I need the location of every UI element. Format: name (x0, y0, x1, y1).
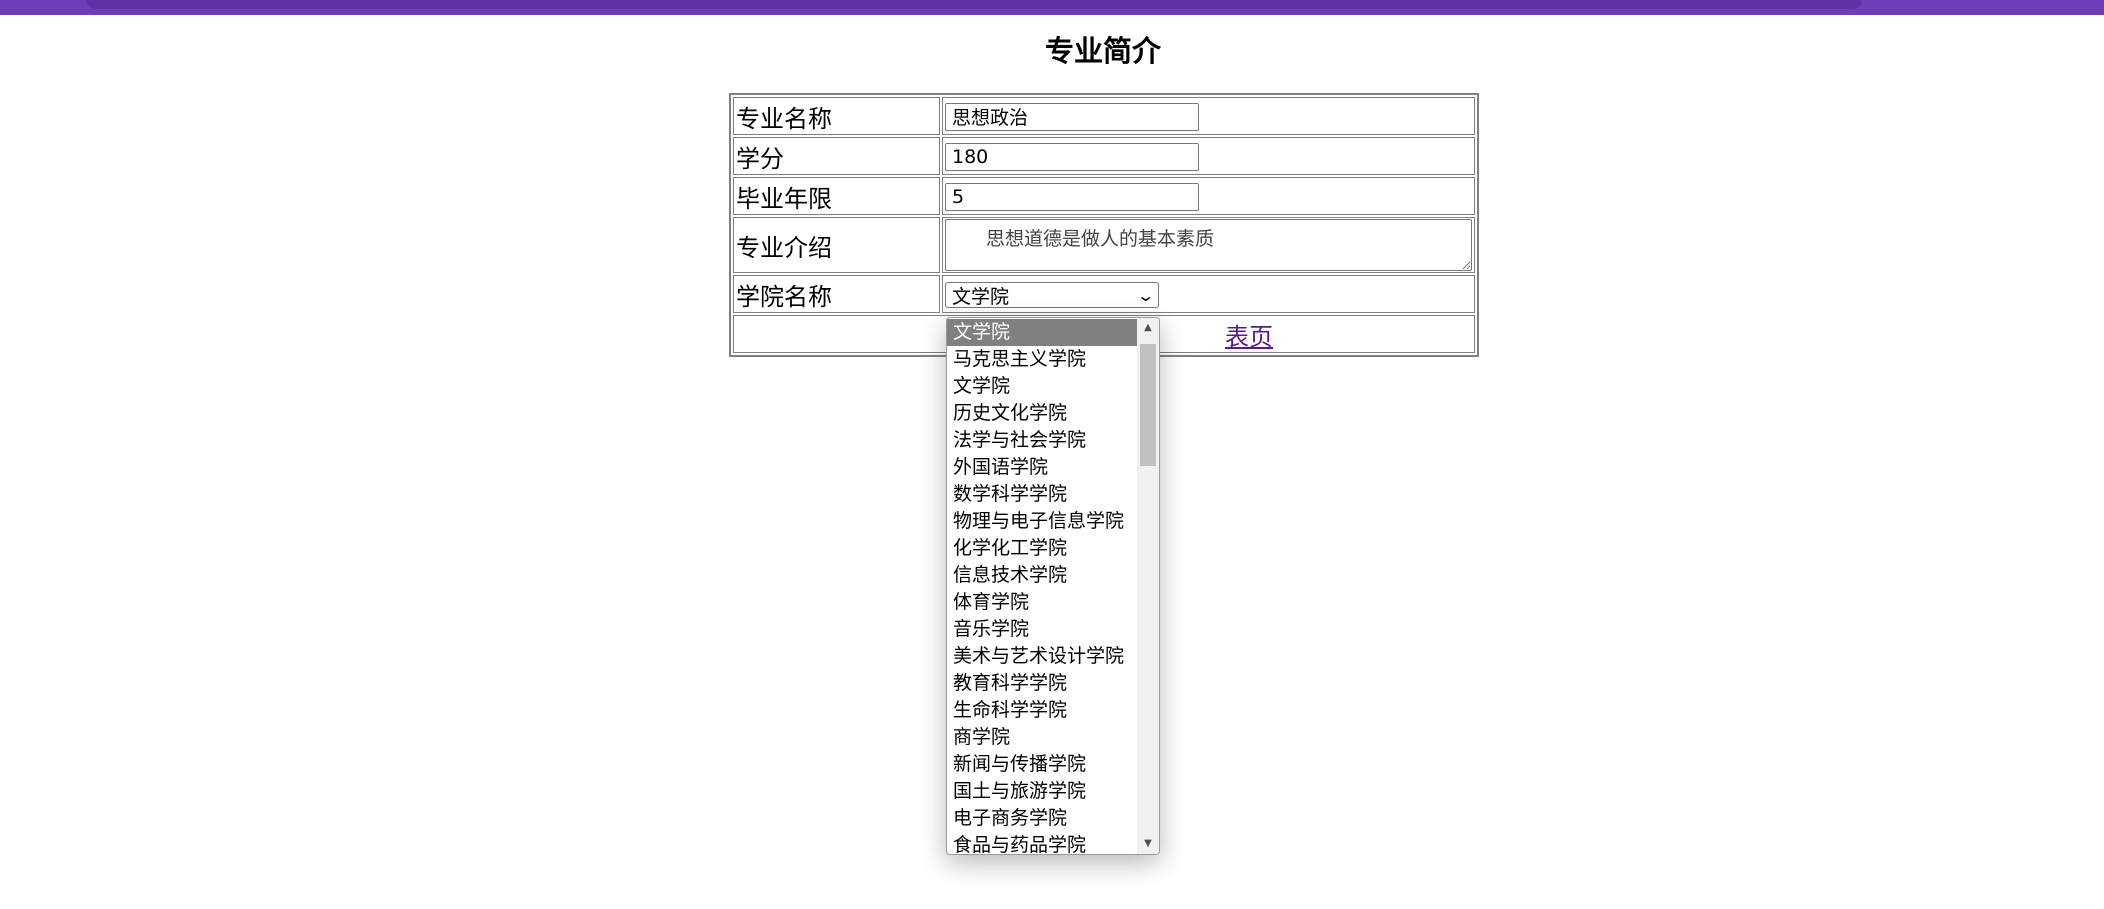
dropdown-option[interactable]: 数学科学学院 (947, 481, 1137, 508)
form-row-credits: 学分 (733, 137, 1475, 175)
major-intro-label: 专业介绍 (733, 217, 940, 273)
credits-input[interactable] (945, 142, 1199, 171)
credits-label: 学分 (733, 137, 940, 175)
dropdown-option[interactable]: 电子商务学院 (947, 805, 1137, 832)
page-title: 专业简介 (1044, 34, 1161, 68)
major-name-label: 专业名称 (733, 97, 940, 135)
dropdown-option[interactable]: 文学院 (947, 373, 1137, 400)
major-intro-textarea[interactable]: 思想道德是做人的基本素质 (945, 219, 1472, 271)
header-bar (0, 0, 2104, 15)
college-name-label: 学院名称 (733, 275, 940, 313)
college-dropdown-list[interactable]: 文学院 马克思主义学院 文学院 历史文化学院 法学与社会学院 外国语学院 数学科学学院 物理与… (946, 317, 1160, 855)
dropdown-option[interactable]: 外国语学院 (947, 454, 1137, 481)
dropdown-option[interactable]: 马克思主义学院 (947, 346, 1137, 373)
form-row-college: 学院名称 文学院 ⌄ (733, 275, 1475, 313)
dropdown-option[interactable]: 美术与艺术设计学院 (947, 643, 1137, 670)
college-select[interactable]: 文学院 ⌄ (945, 282, 1159, 308)
dropdown-option[interactable]: 食品与药品学院 (947, 832, 1137, 854)
graduation-years-input[interactable] (945, 182, 1199, 211)
dropdown-option[interactable]: 化学化工学院 (947, 535, 1137, 562)
dropdown-option[interactable]: 信息技术学院 (947, 562, 1137, 589)
form-row-years: 毕业年限 (733, 177, 1475, 215)
dropdown-option[interactable]: 法学与社会学院 (947, 427, 1137, 454)
scroll-down-arrow-icon[interactable]: ▼ (1137, 834, 1159, 854)
major-name-input[interactable] (945, 102, 1199, 131)
dropdown-scrollbar[interactable]: ▲ ▼ (1137, 318, 1159, 854)
dropdown-option[interactable]: 生命科学学院 (947, 697, 1137, 724)
scrollbar-thumb[interactable] (1140, 344, 1156, 466)
dropdown-option[interactable]: 音乐学院 (947, 616, 1137, 643)
dropdown-option[interactable]: 物理与电子信息学院 (947, 508, 1137, 535)
college-select-value: 文学院 (952, 285, 1010, 308)
dropdown-option[interactable]: 教育科学学院 (947, 670, 1137, 697)
form-row-intro: 专业介绍 思想道德是做人的基本素质 (733, 217, 1475, 273)
scroll-up-arrow-icon[interactable]: ▲ (1137, 318, 1159, 338)
dropdown-option[interactable]: 体育学院 (947, 589, 1137, 616)
header-bar-inner (86, 0, 1862, 9)
dropdown-option[interactable]: 国土与旅游学院 (947, 778, 1137, 805)
form-row-major-name: 专业名称 (733, 97, 1475, 135)
dropdown-option[interactable]: 新闻与传播学院 (947, 751, 1137, 778)
graduation-years-label: 毕业年限 (733, 177, 940, 215)
dropdown-option[interactable]: 文学院 (947, 319, 1137, 346)
dropdown-options: 文学院 马克思主义学院 文学院 历史文化学院 法学与社会学院 外国语学院 数学科学学院 物理与… (947, 319, 1137, 854)
dropdown-option[interactable]: 历史文化学院 (947, 400, 1137, 427)
chevron-down-icon: ⌄ (1135, 285, 1155, 305)
dropdown-option[interactable]: 商学院 (947, 724, 1137, 751)
